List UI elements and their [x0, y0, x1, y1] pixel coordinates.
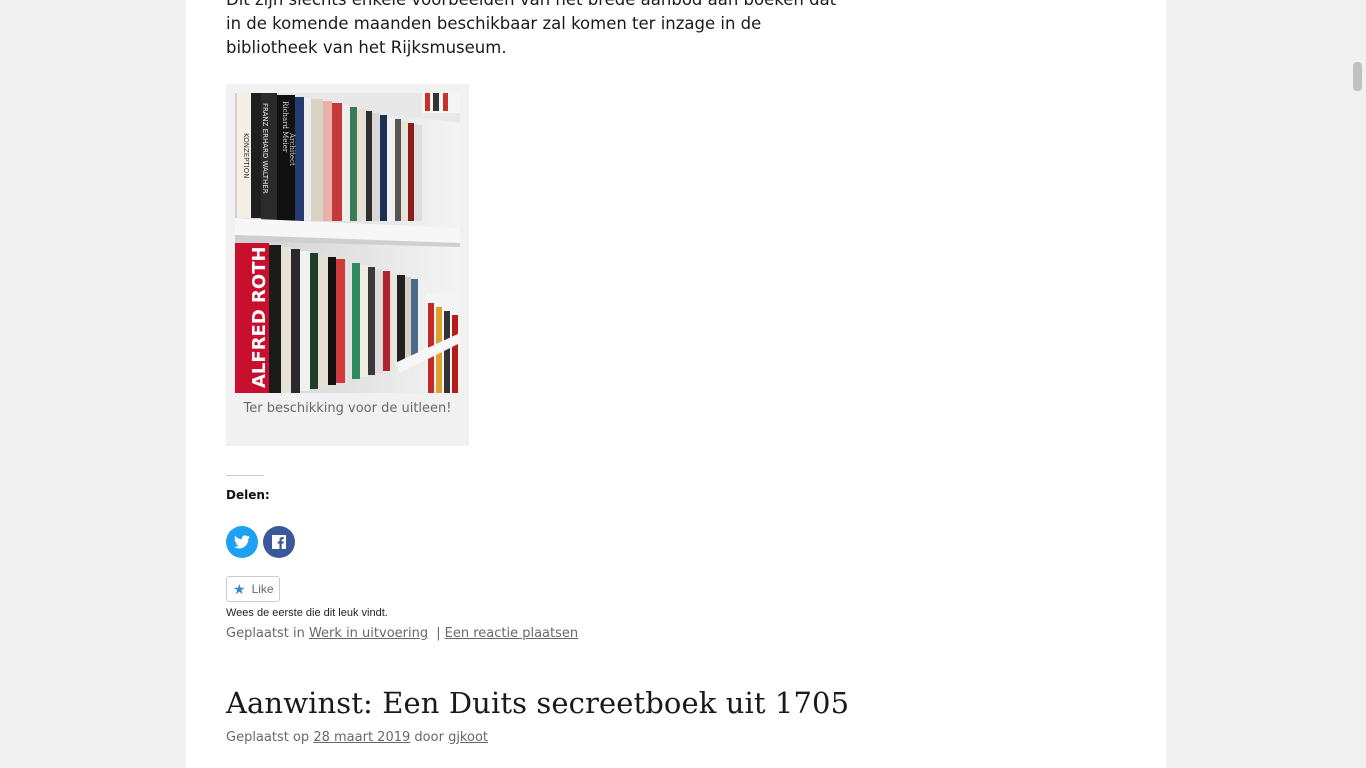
bookshelf-photo[interactable]: KONZEPTION FRANZ ERHARD WALTHER Richard …: [235, 93, 460, 393]
svg-text:KONZEPTION: KONZEPTION: [242, 133, 250, 178]
next-post-title-text[interactable]: Aanwinst: Een Duits secreetboek uit 1705: [226, 686, 849, 720]
svg-text:ALFRED ROTH: ALFRED ROTH: [249, 246, 270, 388]
bookshelf-image: KONZEPTION FRANZ ERHARD WALTHER Richard …: [235, 93, 460, 393]
facebook-icon: [272, 535, 286, 549]
article-intro-paragraph: Dit zijn slechts enkele voorbeelden van …: [226, 0, 836, 57]
scrollbar-thumb[interactable]: [1353, 62, 1362, 91]
leave-comment-link[interactable]: Een reactie plaatsen: [445, 626, 579, 641]
author-link[interactable]: gjkoot: [448, 730, 488, 745]
vertical-scrollbar[interactable]: [1349, 0, 1366, 768]
posted-in-label: Geplaatst in: [226, 626, 305, 641]
next-post-title[interactable]: Aanwinst: Een Duits secreetboek uit 1705: [226, 686, 849, 720]
like-button[interactable]: ★ Like: [226, 576, 280, 602]
like-button-label: Like: [251, 582, 274, 596]
post-footer-meta: Geplaatst in Werk in uitvoering | Een rea…: [226, 626, 578, 641]
svg-text:Architect: Architect: [288, 132, 296, 166]
share-facebook-button[interactable]: [263, 526, 295, 558]
figure-caption: Ter beschikking voor de uitleen!: [243, 401, 452, 416]
image-figure: KONZEPTION FRANZ ERHARD WALTHER Richard …: [226, 84, 469, 446]
share-heading: Delen:: [226, 488, 270, 502]
svg-text:FRANZ ERHARD WALTHER: FRANZ ERHARD WALTHER: [261, 103, 269, 194]
by-label: door: [414, 730, 444, 745]
star-icon: ★: [233, 581, 246, 597]
meta-separator: |: [436, 626, 441, 641]
post-date-link[interactable]: 28 maart 2019: [313, 730, 410, 745]
category-link[interactable]: Werk in uitvoering: [309, 626, 428, 641]
page-content: Dit zijn slechts enkele voorbeelden van …: [186, 0, 1166, 768]
twitter-icon: [234, 535, 250, 549]
share-twitter-button[interactable]: [226, 526, 258, 558]
svg-text:Richard Meier: Richard Meier: [281, 101, 289, 153]
next-post-meta: Geplaatst op 28 maart 2019 door gjkoot: [226, 730, 488, 745]
share-divider: [226, 475, 264, 476]
like-status-text: Wees de eerste die dit leuk vindt.: [226, 607, 388, 619]
posted-on-label: Geplaatst op: [226, 730, 310, 745]
